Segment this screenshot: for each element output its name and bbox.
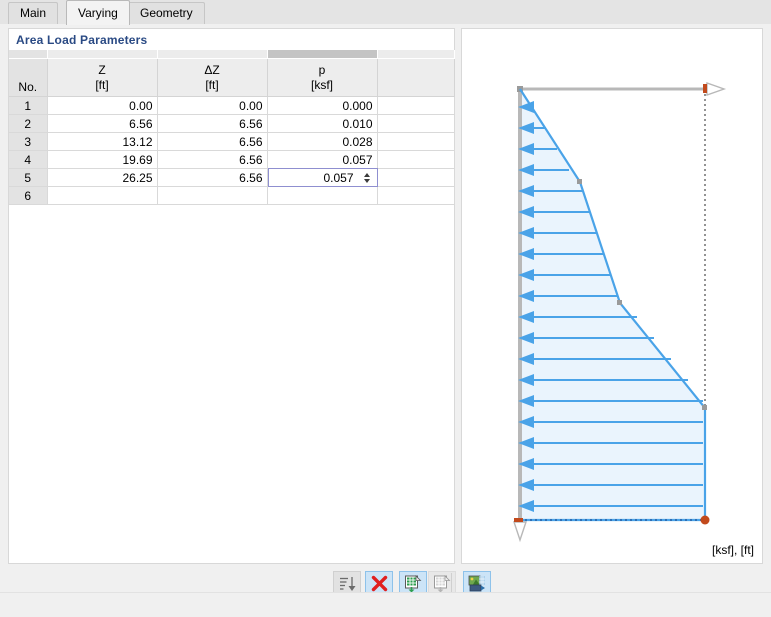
cell-p[interactable]: 0.000	[267, 96, 378, 115]
tab-geometry[interactable]: Geometry	[128, 2, 205, 24]
table-row[interactable]: 1 0.00 0.00 0.000	[9, 96, 455, 115]
table-row[interactable]: 4 19.69 6.56 0.057	[9, 150, 455, 169]
active-cell-editor[interactable]: 0.057	[267, 168, 378, 187]
column-selector-dz[interactable]	[157, 50, 268, 59]
profile-vertex-marker	[617, 300, 622, 305]
header-col-dz-symbol: ΔZ	[204, 62, 220, 77]
cell-dz[interactable]: 6.56	[157, 114, 268, 133]
cell-dz[interactable]	[157, 186, 268, 205]
load-diagram-panel[interactable]: 0.057 p Z 26.25 [ksf], [ft]	[461, 28, 763, 564]
spinner-down-icon[interactable]	[364, 178, 370, 183]
cell-extra[interactable]	[377, 114, 455, 133]
header-col-dz[interactable]: ΔZ [ft]	[157, 58, 268, 97]
area-load-table-wrapper: No. Z [ft] ΔZ [ft] p [ksf] 1 0.00 0.00 0…	[9, 50, 455, 205]
load-area-fill	[520, 89, 705, 520]
cell-z[interactable]: 6.56	[47, 114, 158, 133]
tab-varying[interactable]: Varying	[66, 0, 130, 25]
header-col-z-unit: [ft]	[95, 77, 109, 92]
tab-main[interactable]: Main	[8, 2, 59, 24]
spreadsheet-import-icon	[405, 574, 422, 592]
sort-descending-icon	[339, 577, 355, 591]
header-col-p[interactable]: p [ksf]	[267, 58, 378, 97]
cell-p[interactable]: 0.057	[267, 150, 378, 169]
row-number[interactable]: 6	[9, 186, 48, 205]
z-axis-arrowhead-icon	[513, 521, 527, 543]
group-title: Area Load Parameters	[16, 33, 148, 47]
cell-z[interactable]: 19.69	[47, 150, 158, 169]
zmax-tick-marker	[514, 518, 523, 522]
table-row[interactable]: 6	[9, 186, 455, 205]
header-col-p-symbol: p	[318, 62, 326, 77]
area-load-table[interactable]: No. Z [ft] ΔZ [ft] p [ksf] 1 0.00 0.00 0…	[9, 50, 455, 205]
pmax-top-node	[703, 84, 707, 93]
column-selector-band	[9, 50, 455, 59]
row-number[interactable]: 2	[9, 114, 48, 133]
cell-dz[interactable]: 6.56	[157, 132, 268, 151]
cell-p[interactable]: 0.010	[267, 114, 378, 133]
content-area: Area Load Parameters No. Z [ft] ΔZ [ft] …	[0, 24, 771, 617]
cell-p[interactable]	[267, 186, 378, 205]
cell-extra[interactable]	[377, 168, 455, 187]
cell-extra[interactable]	[377, 132, 455, 151]
table-row[interactable]: 5 26.25 6.56 0.057	[9, 168, 455, 187]
profile-vertex-marker	[702, 405, 707, 410]
area-load-parameters-group: Area Load Parameters No. Z [ft] ΔZ [ft] …	[8, 28, 455, 564]
cell-extra[interactable]	[377, 96, 455, 115]
column-selector-extra[interactable]	[377, 50, 455, 59]
cell-z[interactable]: 0.00	[47, 96, 158, 115]
row-number[interactable]: 5	[9, 168, 48, 187]
load-diagram-svg	[513, 82, 727, 543]
row-number[interactable]: 4	[9, 150, 48, 169]
red-x-icon	[371, 575, 387, 592]
cell-p-active[interactable]: 0.057	[267, 168, 378, 187]
cell-z[interactable]	[47, 186, 158, 205]
cell-z[interactable]: 26.25	[47, 168, 158, 187]
units-label: [ksf], [ft]	[711, 543, 754, 557]
active-cell-value: 0.057	[323, 170, 354, 185]
cell-dz[interactable]: 0.00	[157, 96, 268, 115]
header-col-p-unit: [ksf]	[310, 77, 333, 92]
cell-z[interactable]: 13.12	[47, 132, 158, 151]
header-col-z[interactable]: Z [ft]	[47, 58, 158, 97]
table-header-row: No. Z [ft] ΔZ [ft] p [ksf]	[9, 58, 455, 97]
header-col-dz-unit: [ft]	[205, 77, 219, 92]
spinner-up-icon[interactable]	[364, 172, 370, 177]
picture-render-icon	[468, 575, 485, 591]
column-selector-p[interactable]	[267, 50, 378, 59]
column-selector-z[interactable]	[47, 50, 158, 59]
profile-vertex-marker	[577, 179, 582, 184]
status-bar	[0, 592, 771, 617]
table-row[interactable]: 2 6.56 6.56 0.010	[9, 114, 455, 133]
p-axis-arrowhead-icon	[706, 82, 727, 96]
row-number[interactable]: 3	[9, 132, 48, 151]
table-row[interactable]: 3 13.12 6.56 0.028	[9, 132, 455, 151]
cell-dz[interactable]: 6.56	[157, 168, 268, 187]
header-col-extra[interactable]	[377, 58, 455, 97]
cell-extra[interactable]	[377, 186, 455, 205]
header-row-number: No.	[9, 58, 48, 97]
spreadsheet-export-icon	[434, 574, 451, 592]
header-col-z-symbol: Z	[98, 62, 106, 77]
cell-p[interactable]: 0.028	[267, 132, 378, 151]
zmax-node-marker	[700, 515, 710, 525]
tab-strip: Main Varying Geometry	[0, 0, 771, 25]
row-number[interactable]: 1	[9, 96, 48, 115]
grid-corner-cell[interactable]	[9, 50, 48, 59]
cell-extra[interactable]	[377, 150, 455, 169]
cell-dz[interactable]: 6.56	[157, 150, 268, 169]
spinner-stepper[interactable]	[361, 172, 374, 183]
